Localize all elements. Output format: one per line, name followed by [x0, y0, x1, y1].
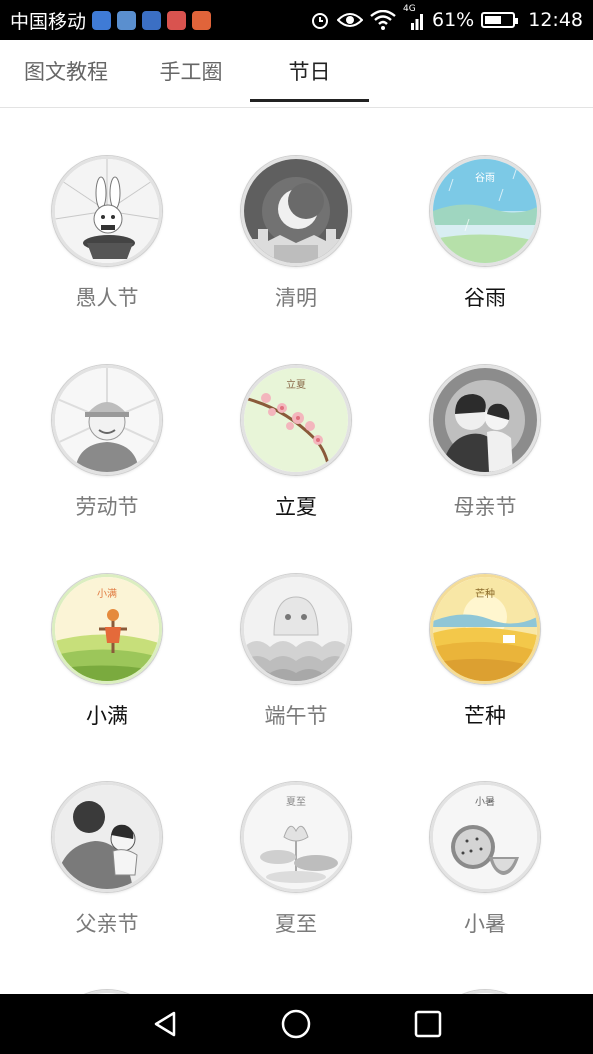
festival-label: 父亲节: [75, 912, 139, 936]
rain-landscape-icon: 谷雨: [430, 156, 540, 266]
home-button[interactable]: [261, 994, 331, 1054]
blocked-app-icon: [192, 10, 212, 30]
festival-label: 小满: [86, 704, 128, 728]
wifi-icon: [370, 10, 396, 30]
festival-label: 芒种: [464, 704, 506, 728]
festival-label: 小暑: [464, 912, 506, 936]
icon-caption: 芒种: [475, 587, 495, 600]
festival-item-lixia[interactable]: 立夏 立夏: [216, 365, 376, 521]
signal-icon: 4G: [403, 4, 425, 30]
tab-tutorials[interactable]: 图文教程: [14, 40, 118, 104]
festival-label: 端午节: [264, 704, 328, 728]
father-child-icon: [52, 782, 162, 892]
festival-item-xiazhi[interactable]: 夏至 夏至: [216, 782, 376, 938]
festival-item-dragon-boat[interactable]: 端午节: [216, 574, 376, 730]
recents-icon: [414, 1010, 442, 1038]
festival-item-qingming[interactable]: 清明: [216, 156, 376, 312]
system-nav-bar: [0, 994, 593, 1054]
dragon-boat-icon: [241, 574, 351, 684]
mother-child-icon: [430, 365, 540, 475]
festival-item-xiaoman[interactable]: 小满 小满: [27, 574, 187, 730]
recents-button[interactable]: [393, 994, 463, 1054]
back-icon: [154, 1011, 176, 1037]
worker-icon: [52, 365, 162, 475]
festival-item-april-fools[interactable]: 愚人节: [27, 156, 187, 312]
icon-caption: 小满: [97, 588, 117, 600]
tab-festivals[interactable]: 节日: [250, 40, 369, 104]
festival-label: 清明: [275, 286, 317, 310]
rabbit-in-hat-icon: [52, 156, 162, 266]
moon-night-icon: [241, 156, 351, 266]
watermelon-icon: 小暑: [430, 782, 540, 892]
tab-bar: 图文教程 手工圈 节日: [0, 40, 593, 108]
festival-item-mangzhong[interactable]: 芒种 芒种: [405, 574, 565, 730]
icon-caption: 夏至: [286, 796, 306, 808]
festival-item-xiaoshu[interactable]: 小暑 小暑: [405, 782, 565, 938]
festival-label: 愚人节: [75, 286, 139, 310]
icon-caption: 立夏: [286, 378, 306, 391]
wifi-app-icon: [142, 10, 162, 30]
festival-label: 夏至: [275, 912, 317, 936]
clock: 12:48: [528, 9, 583, 31]
blossom-branch-icon: 立夏: [241, 365, 351, 475]
active-tab-indicator: [250, 99, 369, 102]
festival-item-mothers-day[interactable]: 母亲节: [405, 365, 565, 521]
festival-label: 立夏: [275, 495, 317, 519]
festival-item-labor-day[interactable]: 劳动节: [27, 365, 187, 521]
home-icon: [281, 1009, 311, 1039]
carrier-name: 中国移动: [10, 10, 87, 33]
health-app-icon: [92, 10, 112, 30]
eye-icon: [337, 13, 363, 27]
network-type: 4G: [403, 4, 416, 14]
icon-caption: 谷雨: [475, 172, 495, 184]
back-button[interactable]: [130, 994, 200, 1054]
battery-icon: [481, 12, 519, 28]
festival-label: 母亲节: [453, 495, 517, 519]
festival-grid: 愚人节 清明 谷雨 谷雨 劳动节 立夏 立夏 母亲节 小满 小满 端午节 芒种 …: [0, 108, 593, 994]
huawei-app-icon: [167, 10, 187, 30]
icon-caption: 小暑: [475, 796, 495, 808]
tab-craft-circle[interactable]: 手工圈: [141, 40, 241, 104]
festival-item-guyu[interactable]: 谷雨 谷雨: [405, 156, 565, 312]
festival-label: 劳动节: [75, 495, 139, 519]
battery-percent: 61%: [432, 9, 475, 31]
alarm-icon: [312, 13, 328, 29]
lotus-icon: 夏至: [241, 782, 351, 892]
status-bar: 中国移动 4G 61% 12:48: [0, 0, 593, 40]
scarecrow-field-icon: 小满: [52, 574, 162, 684]
festival-item-fathers-day[interactable]: 父亲节: [27, 782, 187, 938]
gallery-app-icon: [117, 10, 137, 30]
wheat-field-icon: 芒种: [430, 574, 540, 684]
festival-label: 谷雨: [464, 286, 506, 310]
